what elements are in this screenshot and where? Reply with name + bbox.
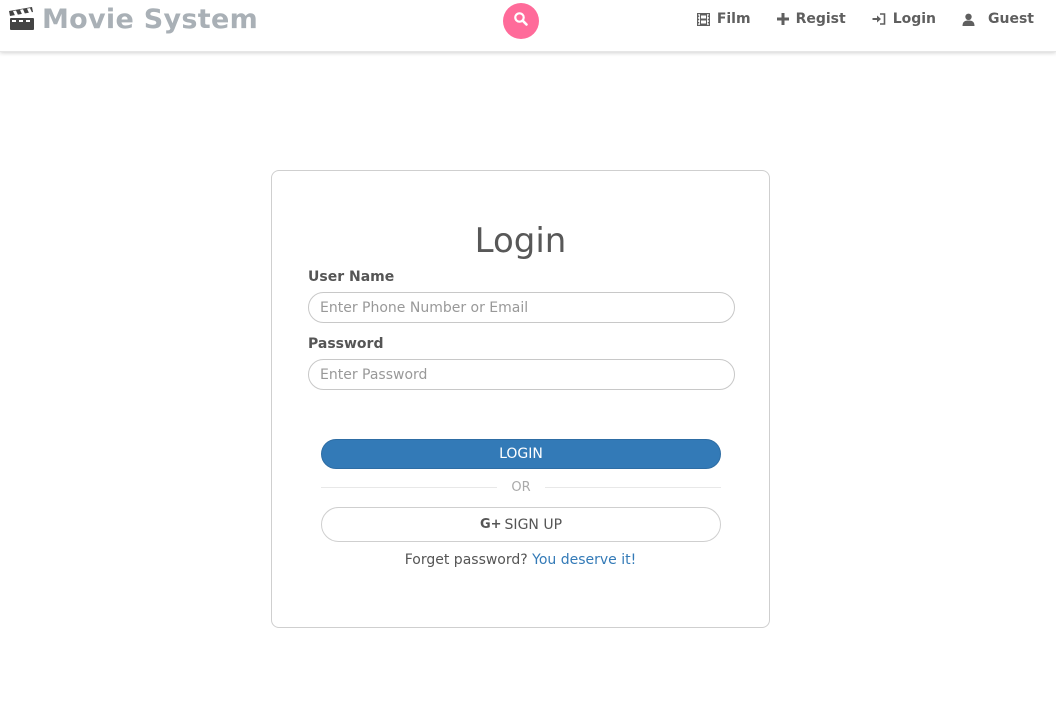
or-divider: OR	[321, 477, 722, 497]
search-icon	[513, 11, 529, 32]
film-icon	[696, 12, 710, 26]
google-plus-icon: G+	[479, 517, 502, 532]
forgot-link[interactable]: You deserve it!	[532, 552, 636, 568]
login-icon	[872, 13, 886, 25]
password-label: Password	[308, 336, 384, 352]
nav-item-regist-label: Regist	[795, 11, 846, 27]
nav-item-regist[interactable]: Regist	[776, 11, 846, 27]
login-card: Login User Name Password LOGIN OR G+ SIG…	[271, 170, 770, 628]
nav-item-login[interactable]: Login	[872, 11, 936, 27]
password-input[interactable]	[308, 359, 735, 390]
nav-item-guest-label: Guest	[988, 11, 1034, 27]
login-button[interactable]: LOGIN	[321, 439, 721, 469]
forgot-text: Forget password?	[404, 552, 528, 568]
brand[interactable]: Movie System	[8, 2, 258, 36]
user-icon	[962, 13, 975, 26]
or-text: OR	[511, 479, 531, 495]
username-label: User Name	[308, 269, 395, 285]
clapperboard-icon	[8, 7, 36, 31]
divider-line-left	[321, 486, 498, 488]
nav-item-guest[interactable]: Guest	[962, 11, 1034, 27]
signup-label: SIGN UP	[504, 516, 563, 533]
nav-item-login-label: Login	[892, 11, 937, 27]
login-title: Login	[474, 221, 567, 261]
forgot-password: Forget password? You deserve it!	[272, 552, 769, 568]
username-input[interactable]	[308, 292, 735, 323]
divider-line-right	[544, 486, 722, 488]
brand-title: Movie System	[42, 3, 259, 35]
signup-button[interactable]: G+ SIGN UP	[321, 507, 721, 542]
plus-icon	[776, 13, 789, 25]
nav-item-film[interactable]: Film	[696, 11, 751, 27]
navbar: Movie System Film Regist Login Guest	[0, 0, 1056, 52]
search-button[interactable]	[503, 3, 539, 39]
nav-item-film-label: Film	[716, 11, 751, 27]
nav-menu: Film Regist Login Guest	[696, 0, 1034, 38]
